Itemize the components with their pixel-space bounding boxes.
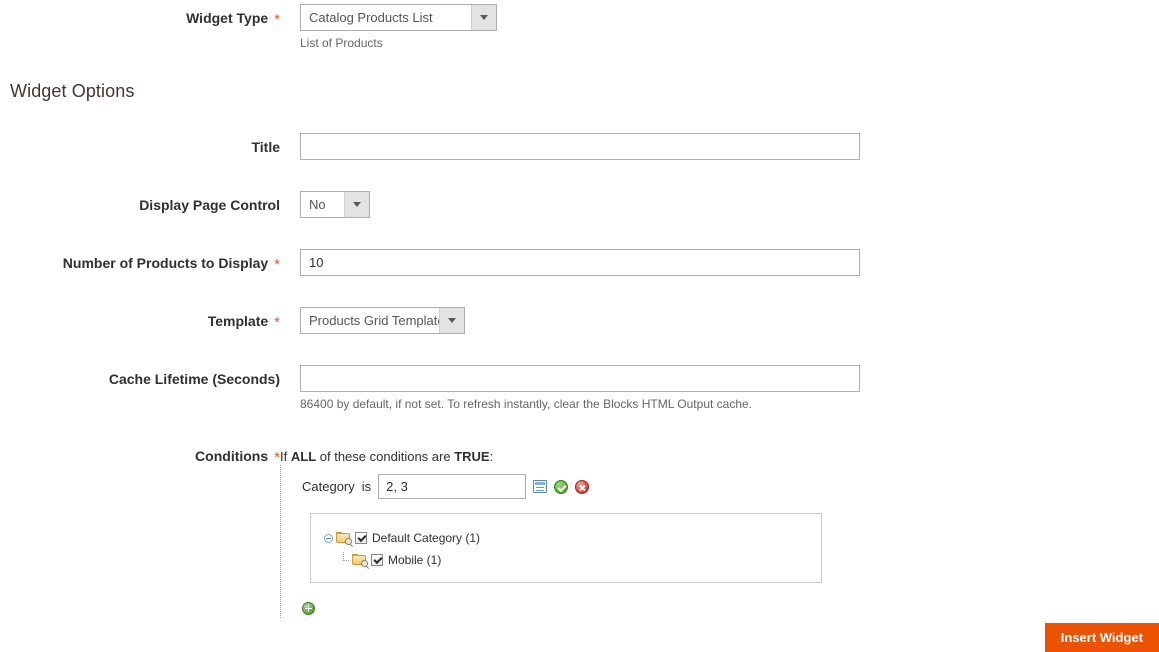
collapse-minus-icon[interactable] <box>324 533 333 543</box>
folder-search-icon <box>352 554 369 569</box>
template-row: Template * Products Grid Template <box>0 307 1159 334</box>
tree-node-checkbox[interactable] <box>355 532 367 544</box>
conditions-label: Conditions <box>195 448 269 464</box>
title-label-col: Title <box>0 133 280 156</box>
conditions-headline-prefix: If <box>280 449 288 464</box>
add-condition-row <box>302 602 1159 618</box>
title-control-col <box>280 133 1159 160</box>
title-row: Title <box>0 133 1159 160</box>
conditions-headline-suffix: : <box>489 449 494 464</box>
display-page-control-label-col: Display Page Control <box>0 191 280 214</box>
cache-lifetime-label: Cache Lifetime (Seconds) <box>108 371 280 387</box>
widget-options-section: Widget Options <box>0 81 1159 102</box>
remove-x-icon[interactable] <box>575 479 590 494</box>
widget-type-control-col: Catalog Products List List of Products <box>280 4 1159 51</box>
category-tree-box: Default Category (1) Mobile (1) <box>310 513 822 583</box>
tree-node-child[interactable]: Mobile (1) <box>324 549 811 571</box>
conditions-body: Category is Default Category (1) <box>280 465 1159 618</box>
tree-node-root[interactable]: Default Category (1) <box>324 527 811 549</box>
cache-lifetime-row: Cache Lifetime (Seconds) 86400 by defaul… <box>0 365 1159 412</box>
condition-value-input[interactable] <box>378 474 527 499</box>
insert-widget-button[interactable]: Insert Widget <box>1044 623 1159 652</box>
conditions-value-link[interactable]: TRUE <box>454 449 489 464</box>
template-select-value: Products Grid Template <box>309 313 445 328</box>
display-page-control-row: Display Page Control No <box>0 191 1159 218</box>
conditions-label-col: Conditions * <box>0 442 280 465</box>
template-control-col: Products Grid Template <box>280 307 1159 334</box>
number-of-products-label-col: Number of Products to Display * <box>0 249 280 272</box>
display-page-control-select-value: No <box>309 197 326 212</box>
title-input[interactable] <box>300 133 860 160</box>
display-page-control-label: Display Page Control <box>139 197 280 213</box>
template-label: Template <box>207 313 269 329</box>
template-select[interactable]: Products Grid Template <box>300 307 465 334</box>
chevron-down-icon <box>471 5 496 30</box>
conditions-headline: If ALL of these conditions are TRUE: <box>280 442 1159 465</box>
tree-node-label: Mobile (1) <box>388 553 442 567</box>
conditions-row: Conditions * If ALL of these conditions a… <box>0 442 1159 618</box>
widget-type-label-col: Widget Type * <box>0 4 280 27</box>
number-of-products-input[interactable] <box>300 249 860 276</box>
widget-type-row: Widget Type * Catalog Products List List … <box>0 0 1159 51</box>
number-of-products-control-col <box>280 249 1159 276</box>
conditions-control-col: If ALL of these conditions are TRUE: Cat… <box>280 442 1159 618</box>
section-title: Widget Options <box>10 81 135 101</box>
condition-rule-row: Category is <box>302 471 1159 499</box>
title-label: Title <box>251 139 280 155</box>
template-label-col: Template * <box>0 307 280 330</box>
widget-type-note: List of Products <box>300 36 383 50</box>
conditions-aggregator-link[interactable]: ALL <box>291 449 316 464</box>
tree-elbow-icon <box>340 551 349 565</box>
tree-node-label: Default Category (1) <box>372 531 481 545</box>
cache-lifetime-control-col: 86400 by default, if not set. To refresh… <box>280 365 1159 412</box>
number-of-products-label: Number of Products to Display <box>62 255 269 271</box>
folder-search-icon <box>336 532 353 547</box>
cache-lifetime-label-col: Cache Lifetime (Seconds) <box>0 365 280 388</box>
add-plus-icon[interactable] <box>302 602 315 615</box>
apply-check-icon[interactable] <box>554 479 569 494</box>
widget-type-select[interactable]: Catalog Products List <box>300 4 497 31</box>
conditions-headline-middle: of these conditions are <box>319 449 451 464</box>
tree-node-checkbox[interactable] <box>371 554 383 566</box>
number-of-products-row: Number of Products to Display * <box>0 249 1159 276</box>
chevron-down-icon <box>439 308 464 333</box>
cache-lifetime-input[interactable] <box>300 365 860 392</box>
chevron-down-icon <box>344 192 369 217</box>
cache-lifetime-note: 86400 by default, if not set. To refresh… <box>300 397 753 411</box>
condition-operator-link[interactable]: is <box>362 479 371 494</box>
display-page-control-control-col: No <box>280 191 1159 218</box>
chooser-list-icon[interactable] <box>533 480 548 493</box>
widget-type-label: Widget Type <box>186 10 269 26</box>
condition-attribute-link[interactable]: Category <box>302 479 355 494</box>
widget-type-select-value: Catalog Products List <box>309 10 433 25</box>
display-page-control-select[interactable]: No <box>300 191 370 218</box>
